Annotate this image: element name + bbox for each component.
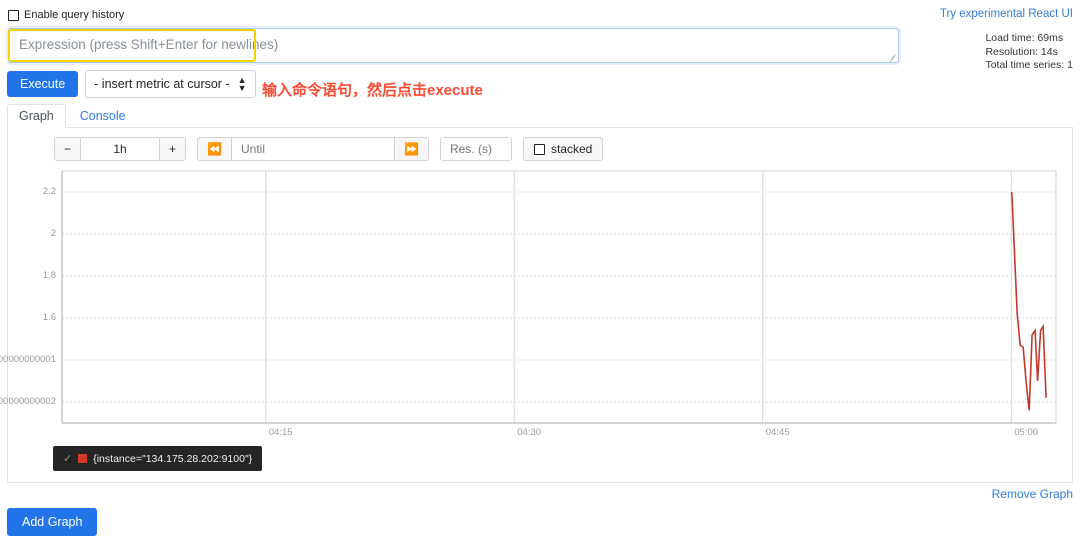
x-axis-tick-label: 04:30 bbox=[517, 427, 542, 438]
execute-row: Execute - insert metric at cursor - ▲ ▼ bbox=[7, 70, 256, 98]
remove-graph-link[interactable]: Remove Graph bbox=[992, 487, 1073, 501]
stacked-label: stacked bbox=[550, 142, 593, 156]
range-increase-button[interactable]: + bbox=[159, 137, 187, 161]
expression-input[interactable] bbox=[8, 28, 899, 63]
enable-query-history-label: Enable query history bbox=[24, 9, 125, 21]
graph-console-tabs: Graph Console bbox=[7, 104, 1073, 128]
legend-check-icon: ✓ bbox=[63, 453, 73, 465]
try-react-ui-link[interactable]: Try experimental React UI bbox=[940, 8, 1073, 20]
stacked-checkbox-icon[interactable] bbox=[533, 143, 545, 155]
range-control-group: − + bbox=[54, 137, 187, 161]
legend-series-label: {instance="134.175.28.202:9100"} bbox=[93, 452, 253, 465]
chart-legend[interactable]: ✓ {instance="134.175.28.202:9100"} bbox=[53, 446, 263, 471]
chart-area: 2.221.81.61.40000000000000011.2000000000… bbox=[0, 165, 1074, 455]
load-time-stat: Load time: 69ms bbox=[985, 32, 1064, 44]
step-forward-icon[interactable]: ⏩ bbox=[393, 137, 429, 161]
graph-controls: − + ⏪ ⏩ stacked bbox=[54, 137, 604, 161]
chinese-annotation-text: 输入命令语句，然后点击execute bbox=[262, 82, 483, 99]
tab-graph[interactable]: Graph bbox=[7, 104, 66, 128]
insert-metric-select[interactable]: - insert metric at cursor - ▲ ▼ bbox=[85, 70, 256, 98]
until-input[interactable] bbox=[231, 137, 394, 161]
tab-console[interactable]: Console bbox=[68, 104, 138, 128]
until-control-group: ⏪ ⏩ bbox=[197, 137, 429, 161]
expression-area bbox=[8, 28, 899, 63]
range-decrease-button[interactable]: − bbox=[54, 137, 82, 161]
x-axis-tick-label: 04:45 bbox=[765, 427, 790, 438]
query-stats: Load time: 69ms Resolution: 14s Total ti… bbox=[985, 32, 1073, 73]
legend-color-swatch bbox=[78, 454, 88, 463]
x-axis-tick-label: 04:15 bbox=[268, 427, 293, 438]
insert-metric-label: - insert metric at cursor - bbox=[94, 77, 230, 91]
total-time-series-stat: Total time series: 1 bbox=[985, 59, 1073, 71]
resolution-stat: Resolution: 14s bbox=[985, 45, 1058, 58]
prometheus-graph-page: Enable query history Try experimental Re… bbox=[0, 0, 1080, 550]
add-graph-button[interactable]: Add Graph bbox=[7, 508, 98, 536]
x-axis-labels: 04:15 04:30 04:45 05:00 bbox=[8, 165, 1074, 455]
chevron-updown-icon: ▲ ▼ bbox=[237, 75, 247, 93]
enable-query-history-row[interactable]: Enable query history bbox=[8, 9, 124, 21]
graph-panel: − + ⏪ ⏩ stacked 2.221.81.61.400000000000… bbox=[0, 128, 1074, 483]
stacked-toggle[interactable]: stacked bbox=[522, 137, 604, 161]
range-input[interactable] bbox=[81, 137, 160, 161]
resolution-input[interactable] bbox=[439, 137, 512, 161]
x-axis-tick-label: 05:00 bbox=[1014, 427, 1039, 438]
execute-button[interactable]: Execute bbox=[7, 71, 79, 97]
checkbox-icon[interactable] bbox=[8, 9, 19, 21]
step-backward-icon[interactable]: ⏪ bbox=[197, 137, 232, 161]
